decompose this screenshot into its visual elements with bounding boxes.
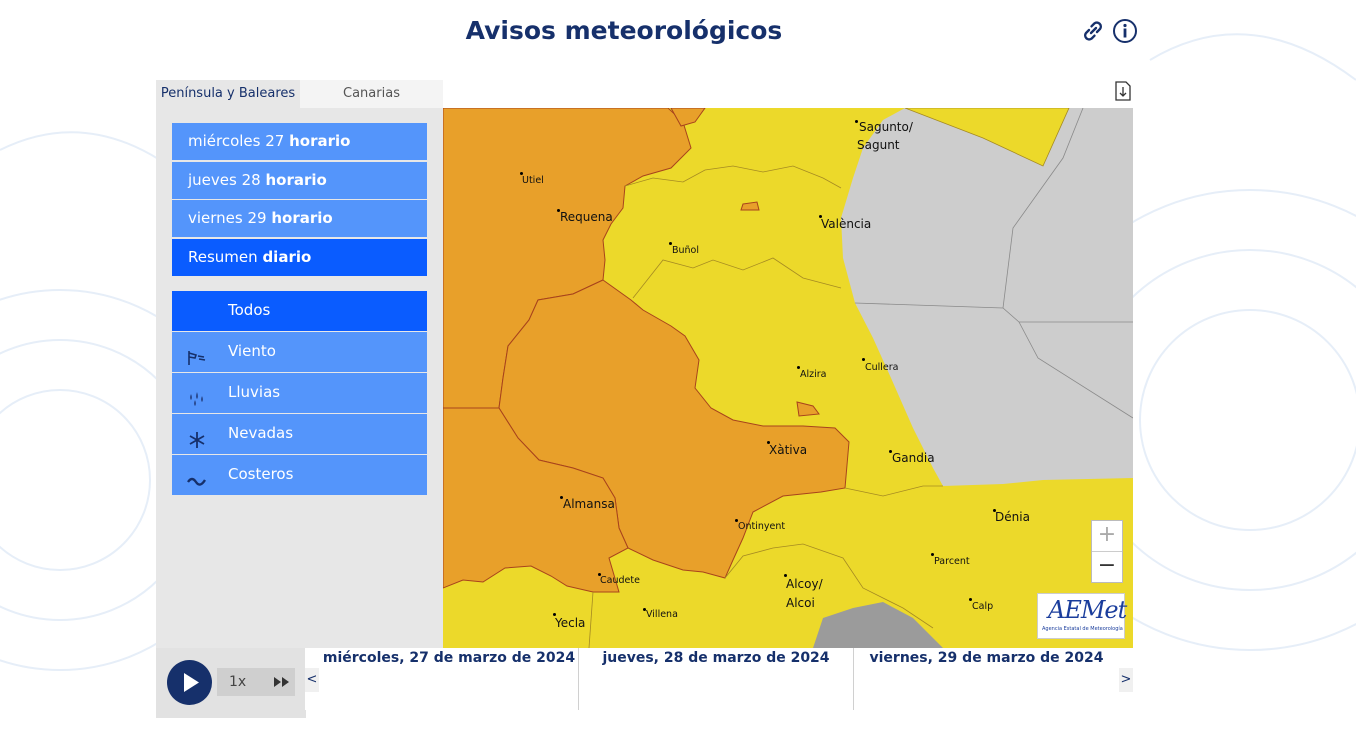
type-label: Viento bbox=[228, 342, 276, 360]
timeline-day-wednesday[interactable]: miércoles, 27 de marzo de 2024 bbox=[319, 650, 579, 710]
timeline-next-button[interactable]: > bbox=[1119, 668, 1133, 692]
city-label-valencia: València bbox=[821, 217, 872, 231]
city-label-cullera: Cullera bbox=[865, 362, 899, 373]
city-label-villena: Villena bbox=[646, 609, 678, 620]
day-button-wednesday[interactable]: miércoles 27 horario bbox=[172, 123, 427, 160]
timeline-day-friday[interactable]: viernes, 29 de marzo de 2024 bbox=[854, 650, 1119, 710]
aemet-logo: AEMet Agencia Estatal de Meteorología bbox=[1037, 593, 1127, 639]
city-label-alcoy: Alcoy/ bbox=[786, 577, 823, 591]
day-mode: horario bbox=[289, 132, 351, 150]
warning-map[interactable]: Sagunto/ Sagunt Utiel Requena Buñol Valè… bbox=[443, 108, 1133, 648]
fast-forward-icon[interactable] bbox=[273, 676, 291, 688]
animation-player: 1x bbox=[156, 648, 306, 718]
type-label: Todos bbox=[228, 301, 271, 319]
logo-subtitle: Agencia Estatal de Meteorología bbox=[1042, 626, 1123, 632]
control-panel: Península y Baleares Canarias miércoles … bbox=[156, 80, 443, 648]
day-list: miércoles 27 horario jueves 28 horario v… bbox=[172, 123, 427, 277]
page-title: Avisos meteorológicos bbox=[465, 16, 783, 45]
wave-icon bbox=[186, 466, 208, 486]
tab-canarias[interactable]: Canarias bbox=[300, 80, 443, 108]
type-button-nevadas[interactable]: Nevadas bbox=[172, 414, 427, 454]
city-label-yecla: Yecla bbox=[555, 616, 586, 630]
day-mode: horario bbox=[271, 209, 333, 227]
day-mode: diario bbox=[262, 247, 312, 266]
city-label-caudete: Caudete bbox=[600, 575, 640, 586]
type-button-costeros[interactable]: Costeros bbox=[172, 455, 427, 495]
region-tabs: Península y Baleares Canarias bbox=[156, 80, 443, 108]
day-mode: horario bbox=[265, 170, 327, 189]
city-dot bbox=[855, 120, 858, 123]
speed-control[interactable]: 1x bbox=[217, 668, 295, 696]
wind-icon bbox=[186, 343, 208, 365]
snowflake-icon bbox=[186, 425, 208, 448]
day-button-friday[interactable]: viernes 29 horario bbox=[172, 200, 427, 237]
city-label-gandia: Gandia bbox=[892, 451, 935, 465]
day-button-thursday[interactable]: jueves 28 horario bbox=[172, 161, 427, 199]
city-label-parcent: Parcent bbox=[934, 556, 970, 567]
timeline: < miércoles, 27 de marzo de 2024 jueves,… bbox=[305, 648, 1133, 710]
day-label: viernes 29 bbox=[188, 209, 267, 227]
type-label: Costeros bbox=[228, 465, 294, 483]
type-button-todos[interactable]: Todos bbox=[172, 291, 427, 331]
zoom-in-button[interactable]: + bbox=[1092, 521, 1122, 552]
city-label-alcoi: Alcoi bbox=[786, 596, 815, 610]
city-label-sagunt: Sagunt bbox=[857, 138, 900, 152]
day-label: jueves 28 bbox=[188, 170, 261, 189]
city-label-bunol: Buñol bbox=[672, 245, 700, 256]
logo-text: AEMet bbox=[1048, 596, 1127, 624]
day-button-summary[interactable]: Resumen diario bbox=[172, 238, 427, 276]
map-regions bbox=[443, 108, 1133, 648]
link-icon[interactable] bbox=[1080, 18, 1106, 44]
city-label-requena: Requena bbox=[560, 210, 613, 224]
city-label-almansa: Almansa bbox=[563, 497, 615, 511]
city-label-calp: Calp bbox=[972, 601, 994, 612]
timeline-prev-button[interactable]: < bbox=[305, 668, 319, 692]
type-label: Lluvias bbox=[228, 383, 281, 401]
city-label-sagunto: Sagunto/ bbox=[859, 120, 913, 134]
type-button-viento[interactable]: Viento bbox=[172, 332, 427, 372]
warning-type-list: Todos Viento Lluvias Nevadas Costeros bbox=[172, 291, 427, 496]
city-label-denia: Dénia bbox=[995, 510, 1030, 524]
city-label-xativa: Xàtiva bbox=[769, 443, 808, 457]
zoom-control: + − bbox=[1091, 520, 1123, 583]
type-label: Nevadas bbox=[228, 424, 294, 442]
speed-label: 1x bbox=[229, 674, 247, 690]
type-button-lluvias[interactable]: Lluvias bbox=[172, 373, 427, 413]
city-label-ontinyent: Ontinyent bbox=[738, 521, 786, 532]
play-icon bbox=[184, 673, 199, 692]
download-icon[interactable] bbox=[1114, 81, 1132, 101]
play-button[interactable] bbox=[167, 660, 212, 705]
zoom-out-button[interactable]: − bbox=[1092, 552, 1122, 582]
city-label-alzira: Alzira bbox=[800, 369, 827, 380]
rain-icon bbox=[186, 384, 208, 406]
day-label: Resumen bbox=[188, 247, 258, 266]
city-label-utiel: Utiel bbox=[522, 175, 544, 186]
day-label: miércoles 27 bbox=[188, 132, 285, 150]
info-icon[interactable] bbox=[1112, 18, 1138, 44]
timeline-day-thursday[interactable]: jueves, 28 de marzo de 2024 bbox=[579, 650, 853, 710]
tab-peninsula[interactable]: Península y Baleares bbox=[156, 80, 300, 108]
